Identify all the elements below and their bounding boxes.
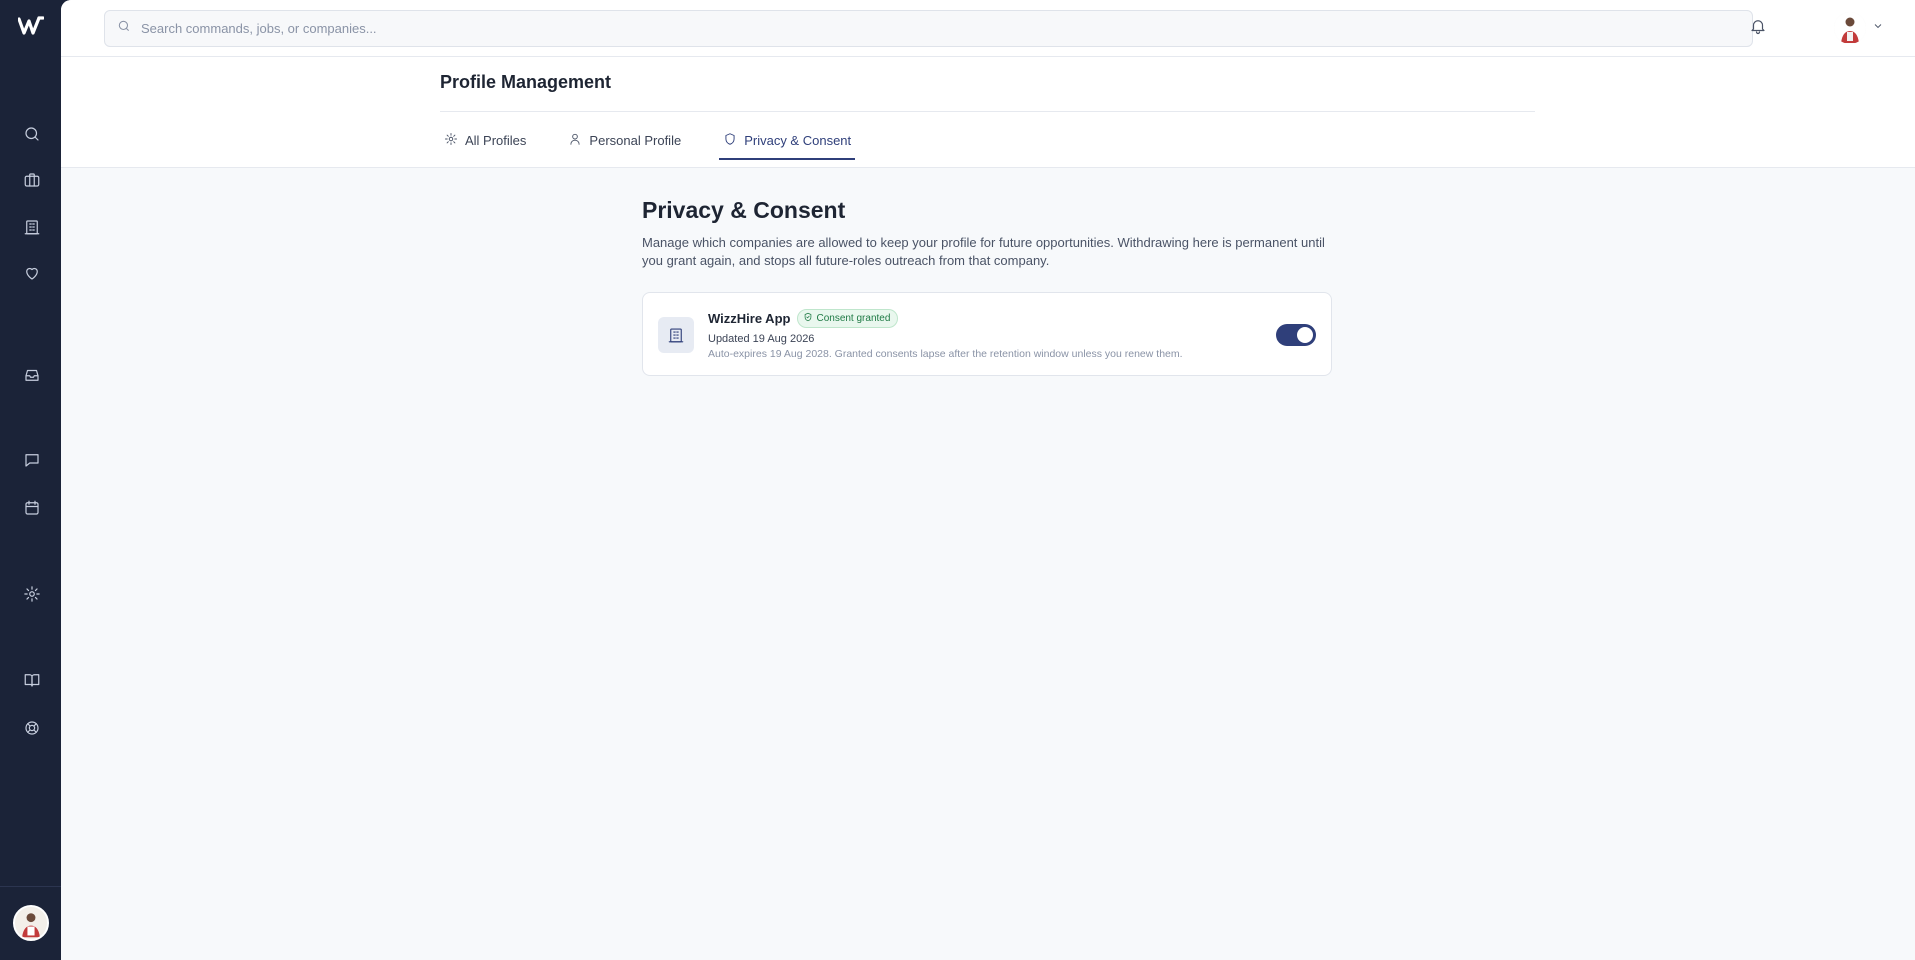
privacy-consent-section: Privacy & Consent Manage which companies… [642,197,1332,376]
sidebar-item-search[interactable] [18,122,46,150]
user-menu[interactable] [1834,12,1884,44]
sidebar-item-companies[interactable] [18,215,46,243]
sidebar-item-help[interactable] [18,716,46,744]
user-icon [568,132,589,149]
message-icon [23,451,41,474]
chevron-down-icon [1866,19,1884,37]
main-area: Profile Management All Profiles Personal… [61,0,1915,960]
divider [440,111,1535,112]
expiry-note: Auto-expires 19 Aug 2028. Granted consen… [708,348,1183,360]
sidebar-item-inbox[interactable] [18,363,46,391]
tab-label: All Profiles [465,132,527,148]
sidebar [0,0,61,960]
heart-icon [23,264,41,287]
company-name: WizzHire App [708,311,791,326]
tab-all-profiles[interactable]: All Profiles [440,121,530,159]
building-icon [23,218,41,241]
avatar [1834,12,1866,44]
tab-privacy-consent[interactable]: Privacy & Consent [719,121,856,160]
page-title: Profile Management [440,72,612,92]
status-badge: Consent granted [797,309,899,328]
tab-bar: All Profiles Personal Profile Privacy & … [440,121,889,168]
calendar-icon [23,499,41,522]
updated-date: Updated 19 Aug 2026 [708,333,815,345]
search-icon [23,125,41,148]
gear-icon [23,585,41,608]
tab-label: Personal Profile [589,132,682,148]
search-bar[interactable] [104,10,1753,47]
avatar[interactable] [13,905,49,941]
check-shield-icon [803,312,816,325]
shield-icon [723,132,744,149]
consent-details: WizzHire App Consent granted Updated 19 … [708,309,1183,360]
search-icon [117,19,131,38]
sidebar-item-jobs[interactable] [18,168,46,196]
sidebar-item-guide[interactable] [18,668,46,696]
consent-toggle[interactable] [1276,324,1316,346]
tab-personal-profile[interactable]: Personal Profile [564,121,685,159]
notifications-button[interactable] [1746,16,1770,40]
gear-icon [444,132,465,149]
page-header: Profile Management All Profiles Personal… [61,57,1915,168]
status-badge-label: Consent granted [816,313,891,324]
briefcase-icon [23,171,41,194]
section-title: Privacy & Consent [642,197,846,223]
section-description: Manage which companies are allowed to ke… [642,235,1325,268]
wizzhire-logo-icon[interactable] [18,14,44,38]
building-icon [658,317,694,353]
inbox-icon [23,366,41,389]
top-bar [61,0,1915,57]
sidebar-item-calendar[interactable] [18,496,46,524]
consent-card: WizzHire App Consent granted Updated 19 … [642,292,1332,376]
lifebuoy-icon [23,719,41,742]
sidebar-item-settings[interactable] [18,582,46,610]
sidebar-item-saved[interactable] [18,261,46,289]
sidebar-item-messages[interactable] [18,448,46,476]
sidebar-divider [0,886,61,887]
toggle-knob [1297,327,1313,343]
bell-icon [1749,17,1767,40]
book-icon [23,671,41,694]
search-input[interactable] [141,21,1641,36]
tab-label: Privacy & Consent [744,132,852,148]
